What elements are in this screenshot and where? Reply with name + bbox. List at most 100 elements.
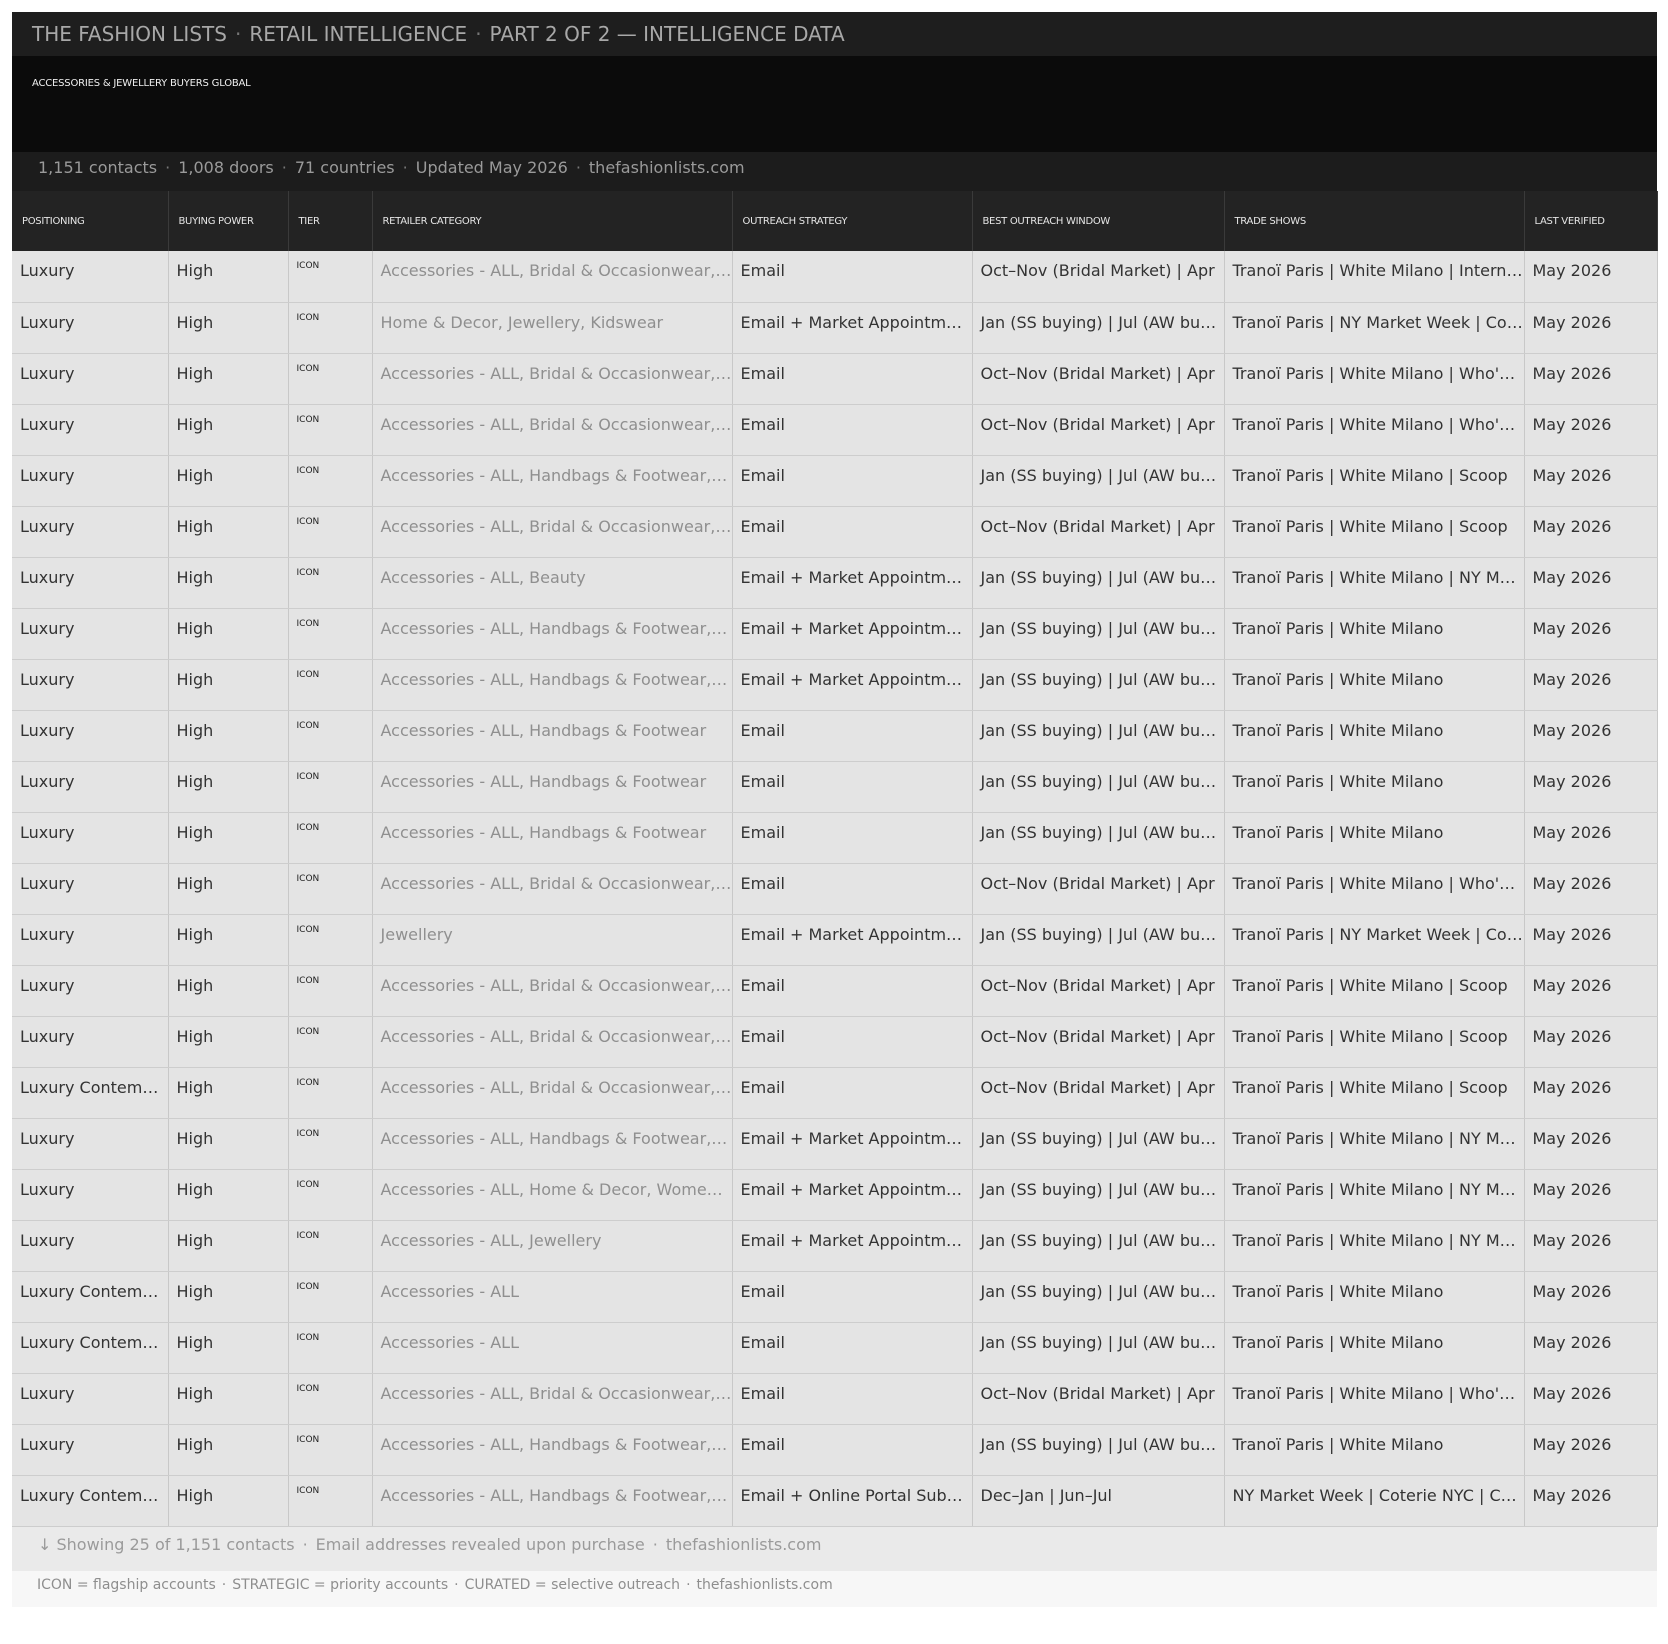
cell-last-verified: May 2026	[1524, 1271, 1658, 1323]
cell-trade-shows: Tranoï Paris | White Milano | Who's Next	[1224, 863, 1525, 915]
cell-last-verified: May 2026	[1524, 557, 1658, 609]
stat-contacts: 1,151 contacts	[38, 158, 158, 177]
cell-retailer-category: Accessories - ALL, Bridal & Occasionwear…	[372, 863, 733, 915]
legend-curated: CURATED = selective outreach	[464, 1576, 681, 1593]
table-row[interactable]: Luxury ContemporaryHighICONAccessories -…	[12, 1271, 1658, 1323]
table-row[interactable]: Luxury High ICON Accessories - ALL, Handbag…	[12, 761, 1658, 813]
cell-positioning: Luxury	[12, 863, 169, 915]
table-row[interactable]: Luxury High ICON Accessories - ALL, Handbag…	[12, 608, 1658, 660]
cell-buying-power: High	[168, 1016, 289, 1068]
cell-trade-shows: Tranoï Paris | White Milano | NY Market …	[1224, 557, 1525, 609]
cell-retailer-category: Accessories - ALL, Home & Decor, Womensw…	[372, 1169, 733, 1221]
table-row[interactable]: Luxury High ICON Accessories - ALL, Jewelle…	[12, 1220, 1658, 1272]
table-row[interactable]: Luxury High ICON Accessories - ALL, Bridal …	[12, 251, 1658, 303]
stat-updated: Updated May 2026	[415, 158, 568, 177]
column-header-outreach-strategy: OUTREACH STRATEGY	[732, 191, 973, 251]
cell-best-outreach-window: Jan (SS buying) | Jul (AW buying)	[972, 914, 1225, 966]
cell-best-outreach-window: Oct–Nov (Bridal Market) | Apr	[972, 404, 1225, 456]
table-row[interactable]: Luxury High ICON Accessories - ALL, Bridal …	[12, 404, 1658, 456]
cell-positioning: Luxury Contemporary	[12, 1322, 169, 1374]
table-row[interactable]: Luxury High ICON Accessories - ALL, Handbag…	[12, 659, 1658, 711]
cell-best-outreach-window: Jan (SS buying) | Jul (AW buying)	[972, 302, 1225, 354]
table-row[interactable]: Luxury High ICON Accessories - ALL, Bridal …	[12, 1016, 1658, 1068]
cell-last-verified: May 2026	[1524, 710, 1658, 762]
legend-site-link[interactable]: thefashionlists.com	[697, 1577, 833, 1593]
cell-best-outreach-window: Jan (SS buying) | Jul (AW buying)	[972, 1220, 1225, 1272]
table-row[interactable]: Luxury High ICON Accessories - ALL, Handbag…	[12, 1424, 1658, 1476]
cell-tier: ICON	[288, 302, 373, 354]
cell-tier: ICON	[288, 863, 373, 915]
cell-tier: ICON	[288, 1424, 373, 1476]
section-title: RETAIL INTELLIGENCE	[249, 22, 468, 46]
cell-retailer-category: Accessories - ALL, Bridal & Occasionwear…	[372, 1067, 733, 1119]
column-header-buying-power: BUYING POWER	[168, 191, 289, 251]
cell-outreach-strategy: Email	[732, 1322, 973, 1374]
cell-last-verified: May 2026	[1524, 1169, 1658, 1221]
cell-retailer-category: Accessories - ALL, Bridal & Occasionwear…	[372, 506, 733, 558]
cell-retailer-category: Accessories - ALL, Handbags & Footwear	[372, 761, 733, 813]
table-row[interactable]: Luxury High ICON Accessories - ALL, Handbag…	[12, 455, 1658, 507]
cell-positioning: Luxury	[12, 608, 169, 660]
cell-tier: ICON	[288, 1271, 373, 1323]
cell-retailer-category: Accessories - ALL, Bridal & Occasionwear…	[372, 353, 733, 405]
part-title: PART 2 OF 2 — INTELLIGENCE DATA	[489, 22, 845, 46]
cell-trade-shows: Tranoï Paris | White Milano	[1224, 761, 1525, 813]
cell-buying-power: High	[168, 506, 289, 558]
cell-outreach-strategy: Email	[732, 965, 973, 1017]
table-row[interactable]: Luxury High ICON Accessories - ALL, Bridal …	[12, 863, 1658, 915]
cell-trade-shows: Tranoï Paris | NY Market Week | Coterie	[1224, 914, 1525, 966]
cell-best-outreach-window: Oct–Nov (Bridal Market) | Apr	[972, 506, 1225, 558]
cell-positioning: Luxury	[12, 659, 169, 711]
cell-last-verified: May 2026	[1524, 455, 1658, 507]
cell-best-outreach-window: Jan (SS buying) | Jul (AW buying)	[972, 710, 1225, 762]
cell-best-outreach-window: Jan (SS buying) | Jul (AW buying)	[972, 1169, 1225, 1221]
cell-buying-power: High	[168, 404, 289, 456]
cell-buying-power: High	[168, 302, 289, 354]
cell-last-verified: May 2026	[1524, 1475, 1658, 1527]
table-row[interactable]: Luxury High ICON Jewellery Email + Market Ap…	[12, 914, 1658, 966]
cell-tier: ICON	[288, 914, 373, 966]
table-row[interactable]: Luxury High ICON Accessories - ALL, Bridal …	[12, 353, 1658, 405]
table-row[interactable]: Luxury High ICON Accessories - ALL, Bridal …	[12, 1373, 1658, 1425]
cell-tier: ICON	[288, 710, 373, 762]
footer-site-link[interactable]: thefashionlists.com	[666, 1535, 822, 1554]
cell-retailer-category: Accessories - ALL, Handbags & Footwear, …	[372, 659, 733, 711]
cell-outreach-strategy: Email + Market Appointments	[732, 914, 973, 966]
table-row[interactable]: Luxury High ICON Accessories - ALL, Bridal …	[12, 965, 1658, 1017]
stat-site-link[interactable]: thefashionlists.com	[589, 158, 745, 177]
cell-positioning: Luxury	[12, 710, 169, 762]
cell-best-outreach-window: Oct–Nov (Bridal Market) | Apr	[972, 251, 1225, 303]
cell-outreach-strategy: Email + Market Appointments	[732, 659, 973, 711]
table-row[interactable]: Luxury High ICON Accessories - ALL, Beauty E…	[12, 557, 1658, 609]
cell-outreach-strategy: Email	[732, 455, 973, 507]
cell-buying-power: High	[168, 1475, 289, 1527]
cell-outreach-strategy: Email + Online Portal Submission	[732, 1475, 973, 1527]
cell-positioning: Luxury	[12, 1220, 169, 1272]
table-row[interactable]: Luxury High ICON Home & Decor, Jewellery, K…	[12, 302, 1658, 354]
cell-buying-power: High	[168, 251, 289, 303]
cell-trade-shows: Tranoï Paris | White Milano	[1224, 1322, 1525, 1374]
table-row[interactable]: Luxury ContemporaryHighICONAccessories -…	[12, 1067, 1658, 1119]
cell-positioning: Luxury	[12, 965, 169, 1017]
table-row[interactable]: Luxury High ICON Accessories - ALL, Handbag…	[12, 1118, 1658, 1170]
cell-tier: ICON	[288, 1220, 373, 1272]
cell-positioning: Luxury	[12, 1373, 169, 1425]
cell-trade-shows: Tranoï Paris | White Milano	[1224, 1271, 1525, 1323]
table-row[interactable]: Luxury High ICON Accessories - ALL, Handbag…	[12, 812, 1658, 864]
cell-buying-power: High	[168, 761, 289, 813]
table-row[interactable]: Luxury High ICON Accessories - ALL, Handbag…	[12, 710, 1658, 762]
cell-buying-power: High	[168, 914, 289, 966]
cell-buying-power: High	[168, 1220, 289, 1272]
cell-outreach-strategy: Email + Market Appointments	[732, 1118, 973, 1170]
cell-buying-power: High	[168, 1271, 289, 1323]
cell-last-verified: May 2026	[1524, 302, 1658, 354]
table-row[interactable]: Luxury High ICON Accessories - ALL, Home & …	[12, 1169, 1658, 1221]
table-row[interactable]: Luxury High ICON Accessories - ALL, Bridal …	[12, 506, 1658, 558]
cell-best-outreach-window: Oct–Nov (Bridal Market) | Apr	[972, 965, 1225, 1017]
cell-tier: ICON	[288, 404, 373, 456]
table-row[interactable]: Luxury ContemporaryHighICONAccessories -…	[12, 1322, 1658, 1374]
table-row[interactable]: Luxury ContemporaryHighICONAccessories -…	[12, 1475, 1658, 1527]
cell-positioning: Luxury	[12, 506, 169, 558]
cell-outreach-strategy: Email	[732, 1067, 973, 1119]
cell-positioning: Luxury	[12, 404, 169, 456]
